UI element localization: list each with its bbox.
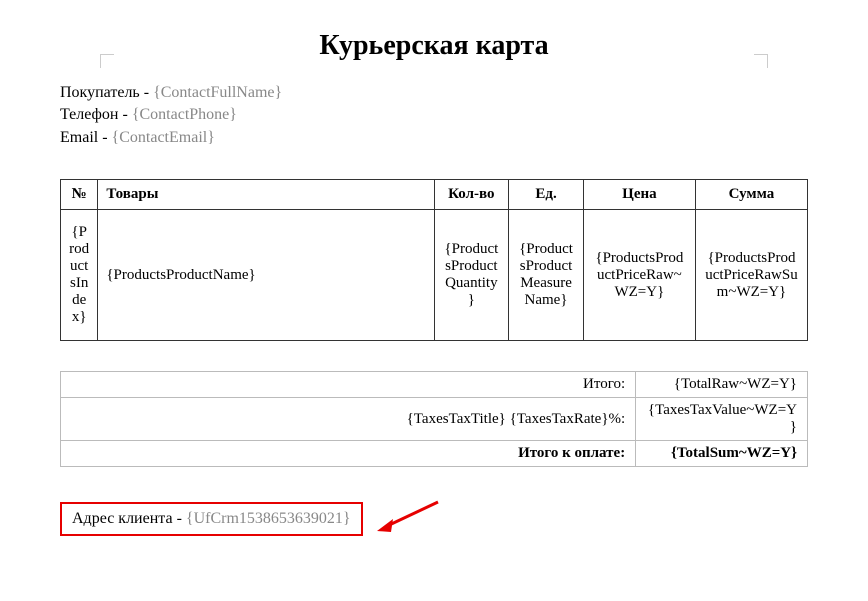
contact-block: Покупатель - {ContactFullName} Телефон -… xyxy=(60,82,808,149)
header-qty: Кол-во xyxy=(434,180,509,210)
document-title: Курьерская карта xyxy=(60,30,808,62)
phone-value: {ContactPhone} xyxy=(132,106,237,123)
cell-sum: {ProductsProductPriceRawSum~WZ=Y} xyxy=(695,210,807,341)
address-line-wrap: Адрес клиента - {UfCrm1538653639021} xyxy=(60,497,808,542)
summary-taxes-label: {TaxesTaxTitle} {TaxesTaxRate}%: xyxy=(61,398,636,441)
document-page: Курьерская карта Покупатель - {ContactFu… xyxy=(60,30,808,542)
buyer-value: {ContactFullName} xyxy=(153,84,282,101)
crop-mark-top-right xyxy=(754,54,768,68)
address-value: {UfCrm1538653639021} xyxy=(186,510,351,527)
summary-total-value: {TotalRaw~WZ=Y} xyxy=(636,372,808,398)
table-header-row: № Товары Кол-во Ед. Цена Сумма xyxy=(61,180,808,210)
email-line: Email - {ContactEmail} xyxy=(60,127,808,149)
summary-final-label: Итого к оплате: xyxy=(61,441,636,467)
summary-total-label: Итого: xyxy=(61,372,636,398)
header-products: Товары xyxy=(98,180,434,210)
cell-num: {ProductsIndex} xyxy=(61,210,98,341)
header-price: Цена xyxy=(583,180,695,210)
products-table: № Товары Кол-во Ед. Цена Сумма {Products… xyxy=(60,179,808,341)
buyer-line: Покупатель - {ContactFullName} xyxy=(60,82,808,104)
buyer-label: Покупатель xyxy=(60,84,140,101)
header-sum: Сумма xyxy=(695,180,807,210)
header-unit: Ед. xyxy=(509,180,584,210)
phone-line: Телефон - {ContactPhone} xyxy=(60,104,808,126)
phone-label: Телефон xyxy=(60,106,118,123)
summary-row-taxes: {TaxesTaxTitle} {TaxesTaxRate}%: {TaxesT… xyxy=(61,398,808,441)
crop-mark-top-left xyxy=(100,54,114,68)
summary-row-final: Итого к оплате: {TotalSum~WZ=Y} xyxy=(61,441,808,467)
cell-price: {ProductsProductPriceRaw~WZ=Y} xyxy=(583,210,695,341)
summary-table: Итого: {TotalRaw~WZ=Y} {TaxesTaxTitle} {… xyxy=(60,371,808,467)
email-value: {ContactEmail} xyxy=(112,129,215,146)
header-num: № xyxy=(61,180,98,210)
annotation-arrow-icon xyxy=(373,497,443,542)
cell-unit: {ProductsProductMeasureName} xyxy=(509,210,584,341)
table-row: {ProductsIndex} {ProductsProductName} {P… xyxy=(61,210,808,341)
email-label: Email xyxy=(60,129,98,146)
summary-final-value: {TotalSum~WZ=Y} xyxy=(636,441,808,467)
cell-qty: {ProductsProductQuantity} xyxy=(434,210,509,341)
summary-taxes-value: {TaxesTaxValue~WZ=Y} xyxy=(636,398,808,441)
cell-name: {ProductsProductName} xyxy=(98,210,434,341)
summary-row-total: Итого: {TotalRaw~WZ=Y} xyxy=(61,372,808,398)
address-highlight-box: Адрес клиента - {UfCrm1538653639021} xyxy=(60,502,363,536)
address-label: Адрес клиента xyxy=(72,510,173,527)
